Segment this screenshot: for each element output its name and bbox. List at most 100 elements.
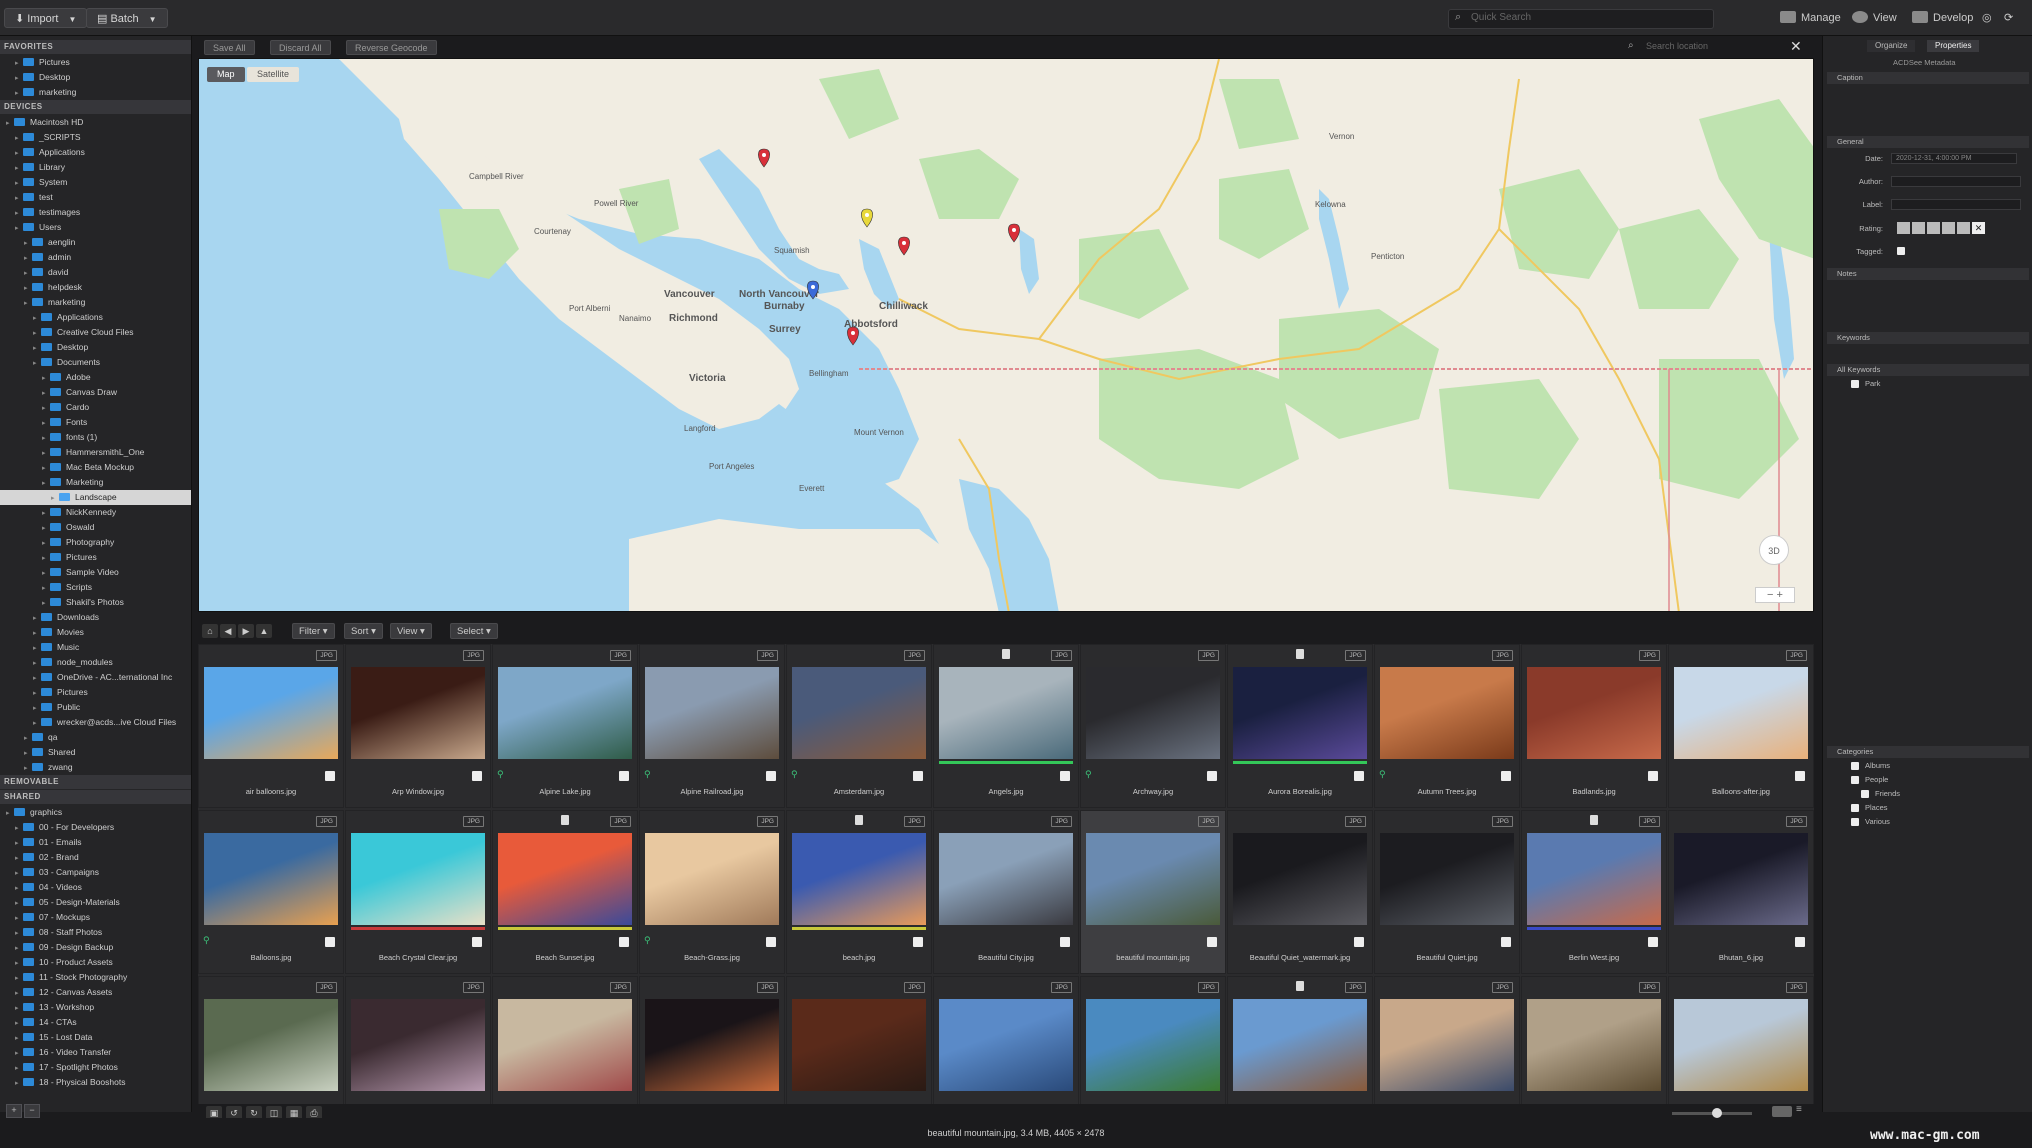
thumbnail-item[interactable]: JPG beautiful mountain.jpg bbox=[1080, 810, 1226, 974]
rating-3[interactable] bbox=[1927, 222, 1940, 234]
folder-tree-item[interactable]: ▸ 01 - Emails bbox=[0, 835, 191, 850]
folder-tree-item[interactable]: ▸ NickKennedy bbox=[0, 505, 191, 520]
folder-tree-item[interactable]: ▸ Desktop bbox=[0, 340, 191, 355]
thumbnail-item[interactable]: JPG Arp Window.jpg bbox=[345, 644, 491, 808]
folder-tree-item[interactable]: ▸ marketing bbox=[0, 295, 191, 311]
tag-checkbox[interactable] bbox=[1207, 937, 1217, 947]
disclosure-triangle-icon[interactable]: ▸ bbox=[15, 881, 23, 896]
folder-tree-item[interactable]: ▸ david bbox=[0, 265, 191, 280]
disclosure-triangle-icon[interactable]: ▸ bbox=[33, 311, 41, 326]
365-icon[interactable]: ⟳ bbox=[2004, 9, 2013, 27]
disclosure-triangle-icon[interactable]: ▸ bbox=[42, 371, 50, 386]
thumbnail-image[interactable] bbox=[1527, 999, 1661, 1091]
thumbnail-image[interactable] bbox=[204, 999, 338, 1091]
folder-tree-item[interactable]: ▸ HammersmithL_One bbox=[0, 445, 191, 460]
disclosure-triangle-icon[interactable]: ▸ bbox=[6, 806, 14, 821]
folder-tree-item[interactable]: ▸ Fonts bbox=[0, 415, 191, 430]
forward-icon[interactable]: ▶ bbox=[238, 624, 254, 638]
disclosure-triangle-icon[interactable]: ▸ bbox=[42, 401, 50, 416]
folder-tree-item[interactable]: ▸ Scripts bbox=[0, 580, 191, 595]
thumbnail-item[interactable]: JPG Berlin West.jpg bbox=[1521, 810, 1667, 974]
thumbnail-image[interactable] bbox=[351, 667, 485, 759]
section-devices[interactable]: DEVICES bbox=[0, 100, 191, 114]
all-keywords-section[interactable]: All Keywords bbox=[1827, 364, 2029, 376]
disclosure-triangle-icon[interactable]: ▸ bbox=[51, 491, 59, 506]
folder-tree-item[interactable]: ▸ Creative Cloud Files bbox=[0, 325, 191, 340]
thumbnail-item[interactable]: JPG air balloons.jpg bbox=[198, 644, 344, 808]
disclosure-triangle-icon[interactable]: ▸ bbox=[33, 686, 41, 701]
folder-tree-item[interactable]: ▸ Shakil's Photos bbox=[0, 595, 191, 610]
folder-tree-item[interactable]: ▸ System bbox=[0, 175, 191, 190]
disclosure-triangle-icon[interactable]: ▸ bbox=[42, 386, 50, 401]
disclosure-triangle-icon[interactable]: ▸ bbox=[24, 296, 32, 311]
thumbnail-image[interactable] bbox=[1233, 999, 1367, 1091]
disclosure-triangle-icon[interactable]: ▸ bbox=[15, 1016, 23, 1031]
folder-tree-item[interactable]: ▸ OneDrive - AC...ternational Inc bbox=[0, 670, 191, 685]
disclosure-triangle-icon[interactable]: ▸ bbox=[15, 191, 23, 206]
tag-checkbox[interactable] bbox=[325, 771, 335, 781]
thumbnail-item[interactable]: JPG bbox=[345, 976, 491, 1104]
folder-tree-item[interactable]: ▸ graphics bbox=[0, 805, 191, 821]
thumbnail-item[interactable]: JPG Badlands.jpg bbox=[1521, 644, 1667, 808]
folder-tree-item[interactable]: ▸ 17 - Spotlight Photos bbox=[0, 1060, 191, 1075]
disclosure-triangle-icon[interactable]: ▸ bbox=[15, 896, 23, 911]
thumbnail-item[interactable]: JPG Balloons-after.jpg bbox=[1668, 644, 1814, 808]
back-icon[interactable]: ◀ bbox=[220, 624, 236, 638]
disclosure-triangle-icon[interactable]: ▸ bbox=[15, 941, 23, 956]
author-field[interactable] bbox=[1891, 176, 2021, 187]
select-button[interactable]: Select ▾ bbox=[450, 623, 498, 639]
disclosure-triangle-icon[interactable]: ▸ bbox=[42, 551, 50, 566]
rating-2[interactable] bbox=[1912, 222, 1925, 234]
folder-tree-item[interactable]: ▸ 00 - For Developers bbox=[0, 820, 191, 835]
folder-tree-item[interactable]: ▸ Downloads bbox=[0, 610, 191, 626]
disclosure-triangle-icon[interactable]: ▸ bbox=[15, 986, 23, 1001]
disclosure-triangle-icon[interactable]: ▸ bbox=[15, 221, 23, 236]
thumbnail-item[interactable]: JPG ⚲ Archway.jpg bbox=[1080, 644, 1226, 808]
thumbnail-image[interactable] bbox=[1380, 667, 1514, 759]
folder-tree-item[interactable]: ▸ Public bbox=[0, 700, 191, 715]
thumbnail-image[interactable] bbox=[204, 667, 338, 759]
thumbnail-image[interactable] bbox=[1086, 667, 1220, 759]
tag-checkbox[interactable] bbox=[472, 937, 482, 947]
view-button[interactable]: View ▾ bbox=[390, 623, 432, 639]
folder-tree-item[interactable]: ▸ Photography bbox=[0, 535, 191, 550]
disclosure-triangle-icon[interactable]: ▸ bbox=[33, 656, 41, 671]
folder-tree-item[interactable]: ▸ Shared bbox=[0, 745, 191, 760]
section-favorites[interactable]: FAVORITES bbox=[0, 40, 191, 54]
thumbnail-image[interactable] bbox=[1380, 999, 1514, 1091]
slider-handle[interactable] bbox=[1712, 1108, 1722, 1118]
folder-tree-item[interactable]: ▸ 10 - Product Assets bbox=[0, 955, 191, 970]
thumbnail-image[interactable] bbox=[498, 667, 632, 759]
tag-checkbox[interactable] bbox=[1207, 771, 1217, 781]
folder-tree-item[interactable]: ▸ Pictures bbox=[0, 685, 191, 701]
caption-section[interactable]: Caption bbox=[1827, 72, 2029, 84]
clear-rating-icon[interactable]: ✕ bbox=[1972, 222, 1985, 234]
category-checkbox[interactable] bbox=[1861, 790, 1869, 798]
thumbnail-item[interactable]: JPG bbox=[786, 976, 932, 1104]
thumbnail-item[interactable]: JPG bbox=[198, 976, 344, 1104]
discard-all-button[interactable]: Discard All bbox=[270, 40, 331, 55]
folder-tree-item[interactable]: ▸ 12 - Canvas Assets bbox=[0, 985, 191, 1001]
disclosure-triangle-icon[interactable]: ▸ bbox=[15, 161, 23, 176]
disclosure-triangle-icon[interactable]: ▸ bbox=[15, 926, 23, 941]
disclosure-triangle-icon[interactable]: ▸ bbox=[15, 1076, 23, 1091]
tag-checkbox[interactable] bbox=[472, 771, 482, 781]
keywords-section[interactable]: Keywords bbox=[1827, 332, 2029, 344]
thumbnail-image[interactable] bbox=[792, 999, 926, 1091]
folder-tree-item[interactable]: ▸ Adobe bbox=[0, 370, 191, 386]
folder-tree-item[interactable]: ▸ helpdesk bbox=[0, 280, 191, 295]
tab-properties[interactable]: Properties bbox=[1927, 40, 1980, 52]
tag-checkbox[interactable] bbox=[766, 771, 776, 781]
thumbnail-item[interactable]: JPG Bhutan_6.jpg bbox=[1668, 810, 1814, 974]
folder-tree-item[interactable]: ▸ Oswald bbox=[0, 520, 191, 535]
tag-checkbox[interactable] bbox=[1795, 937, 1805, 947]
thumbnail-image[interactable] bbox=[1674, 667, 1808, 759]
folder-tree-item[interactable]: ▸ Applications bbox=[0, 310, 191, 326]
photo-location-pin[interactable] bbox=[861, 208, 873, 228]
disclosure-triangle-icon[interactable]: ▸ bbox=[33, 356, 41, 371]
import-button[interactable]: ⬇ Import ▼ bbox=[4, 8, 88, 28]
map-search-input[interactable]: ⌕ Search location bbox=[1624, 40, 1782, 55]
thumbnail-item[interactable]: JPG Aurora Borealis.jpg bbox=[1227, 644, 1373, 808]
tag-checkbox[interactable] bbox=[619, 771, 629, 781]
disclosure-triangle-icon[interactable]: ▸ bbox=[33, 611, 41, 626]
